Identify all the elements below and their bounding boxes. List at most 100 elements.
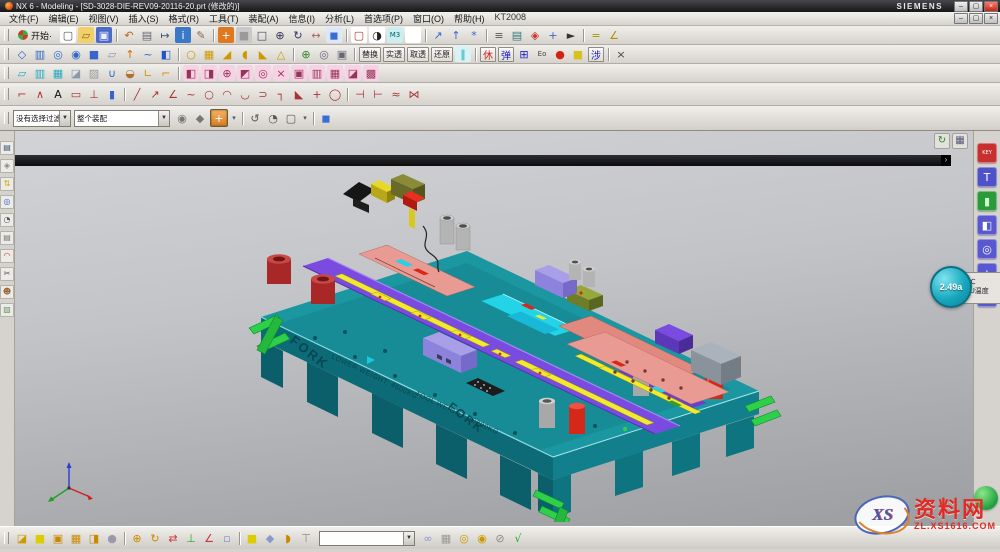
point-icon[interactable]: + — [309, 86, 325, 102]
ellipse-icon[interactable]: ◯ — [327, 86, 343, 102]
sketch-constraint-icon[interactable]: ⊥ — [86, 86, 102, 102]
close-x-icon[interactable]: × — [613, 46, 629, 62]
menu-view[interactable]: 视图(V) — [84, 12, 124, 25]
extension-icon[interactable]: ∟ — [140, 65, 156, 81]
hole-icon[interactable]: ◉ — [68, 46, 84, 62]
pattern-component-icon[interactable]: ▦ — [68, 530, 84, 546]
menu-window[interactable]: 窗口(O) — [408, 12, 449, 25]
sketch-task-icon[interactable]: ▮ — [104, 86, 120, 102]
arrangements-icon[interactable]: ■ — [244, 530, 260, 546]
replace-component-icon[interactable]: ◨ — [86, 530, 102, 546]
quick-extend-icon[interactable]: ⊢ — [370, 86, 386, 102]
graphics-viewport[interactable]: ↻▦ › — [15, 131, 973, 526]
layer-settings-icon[interactable]: ≡ — [491, 27, 507, 43]
select-menu-icon[interactable]: ▾ — [301, 110, 309, 126]
rotate-view-icon[interactable]: ↻ — [290, 27, 306, 43]
internet-explorer-icon[interactable]: ◎ — [0, 195, 14, 209]
ring-locked-icon[interactable]: ◉ — [474, 530, 490, 546]
assembly-constraints-icon[interactable]: ◈ — [527, 27, 543, 43]
refresh-swirl-icon[interactable]: ↻ — [934, 133, 950, 149]
toolbar-grip[interactable] — [4, 29, 9, 41]
assembly-navigator-icon[interactable]: ▤ — [0, 141, 14, 155]
pull-face-icon[interactable]: ◨ — [201, 65, 217, 81]
center-target-icon[interactable]: ⊞ — [516, 46, 532, 62]
quick-trim-icon[interactable]: ⊣ — [352, 86, 368, 102]
move-component-icon[interactable]: ↻ — [147, 530, 163, 546]
constraint-navigator-icon[interactable]: ◈ — [0, 159, 14, 173]
copy-eo-icon[interactable]: Eo — [534, 46, 550, 62]
selection-filter-dropdown[interactable]: 没有选择过滤器 ▼ — [13, 110, 71, 127]
save-icon[interactable]: ▣ — [96, 27, 112, 43]
resize-face-icon[interactable]: ◪ — [345, 65, 361, 81]
three-point-arc-icon[interactable]: ◡ — [237, 86, 253, 102]
fit-view-icon[interactable]: + — [218, 27, 234, 43]
offset-region-icon[interactable]: ⊕ — [219, 65, 235, 81]
window-minimize-icon[interactable]: – — [954, 1, 968, 12]
roles-icon[interactable]: ☻ — [0, 285, 14, 299]
group-face-icon[interactable]: ▩ — [363, 65, 379, 81]
selection-cursor-icon[interactable]: ► — [563, 27, 579, 43]
shaded-box-icon[interactable]: ◼ — [318, 110, 334, 126]
snap-menu-icon[interactable]: ▾ — [230, 110, 238, 126]
ring-open-icon[interactable]: ◎ — [456, 530, 472, 546]
part-navigator-icon[interactable]: ⇅ — [0, 177, 14, 191]
offset-surface-icon[interactable]: ◒ — [122, 65, 138, 81]
edge-blend-icon[interactable]: ◖ — [237, 46, 253, 62]
history-icon[interactable]: ◔ — [0, 213, 14, 227]
datum-plane-icon[interactable]: ◇ — [14, 46, 30, 62]
menu-insert[interactable]: 插入(S) — [124, 12, 164, 25]
yellow-block-icon[interactable]: ■ — [570, 46, 586, 62]
details-panel-icon[interactable]: ▤ — [0, 231, 14, 245]
green-battery-part-icon[interactable]: ▮ — [977, 191, 997, 211]
copy-display-icon[interactable]: ▤ — [139, 27, 155, 43]
resize-blend-icon[interactable]: ◎ — [255, 65, 271, 81]
pick-transparent-button[interactable]: 取透 — [407, 47, 429, 62]
shaded-view-icon[interactable]: ◼ — [326, 27, 342, 43]
paste-face-icon[interactable]: ▦ — [327, 65, 343, 81]
conic-icon[interactable]: ⊃ — [255, 86, 271, 102]
chevron-down-icon[interactable]: ▼ — [403, 532, 414, 545]
pan-view-icon[interactable]: ↔ — [308, 27, 324, 43]
menu-file[interactable]: 文件(F) — [4, 12, 44, 25]
wave-geometry-icon[interactable]: ◗ — [280, 530, 296, 546]
sheet-body-icon[interactable]: ▱ — [104, 46, 120, 62]
sequence-icon[interactable]: ◆ — [262, 530, 278, 546]
bounded-plane-icon[interactable]: ∪ — [104, 65, 120, 81]
delete-face-icon[interactable]: × — [273, 65, 289, 81]
suppress-button[interactable]: 休 — [480, 47, 496, 62]
zoom-in-icon[interactable]: ⊕ — [272, 27, 288, 43]
menu-format[interactable]: 格式(R) — [164, 12, 205, 25]
cut-face-icon[interactable]: ▥ — [309, 65, 325, 81]
component-group-icon[interactable]: ● — [104, 530, 120, 546]
background-swatch-icon[interactable] — [405, 27, 421, 43]
t-part-icon[interactable]: T — [977, 167, 997, 187]
new-file-icon[interactable]: ▢ — [60, 27, 76, 43]
measure-angle-icon[interactable]: ∠ — [606, 27, 622, 43]
window-maximize-icon[interactable]: ▢ — [969, 1, 983, 12]
expand-arrow-button[interactable]: › — [941, 155, 951, 166]
profile-icon[interactable]: ⌐ — [14, 86, 30, 102]
chevron-down-icon[interactable]: ▼ — [59, 111, 70, 126]
line-icon[interactable]: ╱ — [129, 86, 145, 102]
block-icon[interactable]: ■ — [86, 46, 102, 62]
mirror-curve-icon[interactable]: ⋈ — [406, 86, 422, 102]
copy-face-icon[interactable]: ▣ — [291, 65, 307, 81]
menu-edit[interactable]: 编辑(E) — [44, 12, 84, 25]
grid-part-icon[interactable]: ▦ — [438, 530, 454, 546]
lock-filter-icon[interactable]: ◆ — [192, 110, 208, 126]
law-extension-icon[interactable]: ⌐ — [158, 65, 174, 81]
move-face-icon[interactable]: ◧ — [183, 65, 199, 81]
paste-special-icon[interactable]: ↦ — [157, 27, 173, 43]
shell-icon[interactable]: ○ — [183, 46, 199, 62]
toolbar-grip[interactable] — [4, 532, 9, 544]
through-curves-icon[interactable]: ▥ — [32, 65, 48, 81]
signature-icon[interactable]: ✎ — [193, 27, 209, 43]
move-to-layer-icon[interactable]: ↗ — [430, 27, 446, 43]
selection-scope-dropdown[interactable]: 整个装配 ▼ — [74, 110, 170, 127]
orbit-icon[interactable]: ↺ — [247, 110, 263, 126]
through-curve-mesh-icon[interactable]: ▦ — [50, 65, 66, 81]
start-button[interactable]: 开始· — [13, 27, 57, 44]
doc-restore-icon[interactable]: ▢ — [969, 13, 983, 24]
materials-palette-icon[interactable]: ◠ — [0, 249, 14, 263]
menu-information[interactable]: 信息(I) — [284, 12, 321, 25]
